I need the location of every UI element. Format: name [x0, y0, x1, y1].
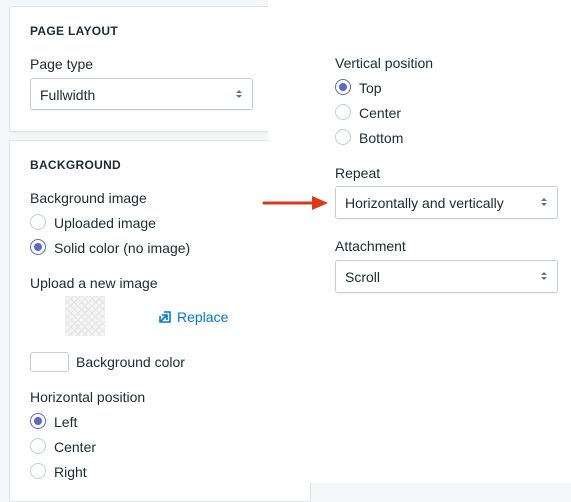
radio-label-vpos-bottom: Bottom [359, 130, 404, 146]
chevron-updown-icon [541, 272, 547, 280]
page-type-label: Page type [30, 56, 94, 72]
radio-hpos-right[interactable] [30, 463, 46, 479]
radio-label-vpos-top: Top [359, 80, 382, 96]
arrow-right-icon [262, 196, 328, 210]
page-layout-heading: PAGE LAYOUT [30, 24, 118, 38]
background-image-label: Background image [30, 190, 147, 206]
radio-hpos-left[interactable] [30, 413, 46, 429]
attachment-value: Scroll [345, 269, 381, 285]
radio-label-hpos-right: Right [54, 464, 87, 480]
page-type-select[interactable]: Fullwidth [30, 78, 253, 110]
right-panel [268, 0, 571, 483]
radio-label-uploaded-image: Uploaded image [54, 215, 156, 231]
radio-vpos-center[interactable] [335, 104, 351, 120]
radio-vpos-top[interactable] [335, 79, 351, 95]
vertical-position-label: Vertical position [335, 55, 434, 71]
radio-solid-color[interactable] [30, 239, 46, 255]
replace-button[interactable]: Replace [158, 309, 228, 325]
repeat-select[interactable]: Horizontally and vertically [335, 186, 558, 219]
page-type-value: Fullwidth [40, 87, 96, 103]
upload-label: Upload a new image [30, 275, 158, 291]
upload-icon [159, 311, 171, 323]
radio-label-hpos-left: Left [54, 414, 78, 430]
chevron-updown-icon [541, 198, 547, 206]
chevron-updown-icon [236, 90, 242, 98]
image-thumbnail [65, 296, 105, 336]
radio-hpos-center[interactable] [30, 438, 46, 454]
attachment-label: Attachment [335, 238, 406, 254]
background-color-label: Background color [76, 354, 185, 370]
horizontal-position-label: Horizontal position [30, 389, 146, 405]
radio-label-vpos-center: Center [359, 105, 402, 121]
repeat-label: Repeat [335, 165, 381, 181]
radio-label-solid-color: Solid color (no image) [54, 240, 191, 256]
background-heading: BACKGROUND [30, 158, 121, 172]
radio-label-hpos-center: Center [54, 439, 97, 455]
radio-vpos-bottom[interactable] [335, 129, 351, 145]
replace-label: Replace [177, 309, 229, 325]
repeat-value: Horizontally and vertically [345, 195, 504, 211]
background-color-swatch[interactable] [30, 352, 69, 372]
radio-uploaded-image[interactable] [30, 214, 46, 230]
attachment-select[interactable]: Scroll [335, 260, 558, 293]
